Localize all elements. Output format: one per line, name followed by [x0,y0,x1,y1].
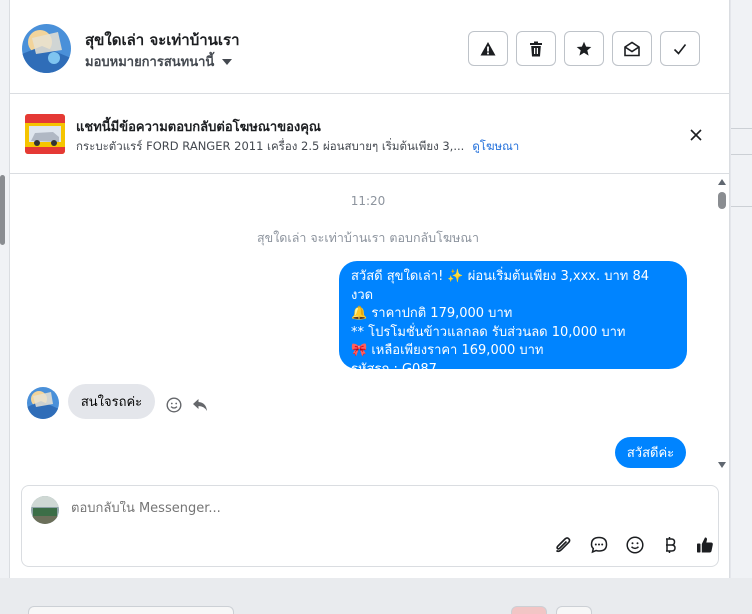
reply-button[interactable] [191,396,209,414]
message-line: ** โปรโมชั่นข้าวแลกลด รับส่วนลด 10,000 บ… [351,324,626,340]
star-button[interactable] [564,31,604,66]
view-ad-link[interactable]: ดูโฆษณา [472,139,519,153]
thumbs-up-icon [697,537,713,553]
saved-replies-button[interactable] [588,534,610,556]
close-banner-button[interactable] [686,125,706,145]
incoming-message[interactable]: สนใจรถค่ะ [68,384,155,419]
composer-avatar [31,496,59,524]
outgoing-message[interactable]: สวัสดีค่ะ [615,437,686,468]
left-scroll-strip [0,0,9,578]
page-avatar[interactable] [22,24,71,73]
trash-icon [530,41,542,56]
reply-composer [21,485,719,567]
taskbar-tab[interactable] [28,606,234,614]
assign-label: มอบหมายการสนทนานี้ [85,55,215,70]
message-line: 🔔 ราคาปกติ 179,000 บาท [351,306,513,321]
taskbar-tab[interactable] [511,606,547,614]
close-icon [690,129,702,141]
like-button[interactable] [694,534,716,556]
ad-reply-banner: แชทนี้มีข้อความตอบกลับต่อโฆษณาของคุณ กระ… [10,95,729,174]
divider [731,154,752,155]
message-line: สวัสดี สุขใดเล่า! ✨ ผ่อนเริ่มต้นเพียง 3,… [351,269,650,303]
ad-banner-title: แชทนี้มีข้อความตอบกลับต่อโฆษณาของคุณ [76,120,321,135]
emoji-button[interactable] [624,534,646,556]
message-timestamp: 11:20 [350,194,386,208]
divider [731,206,752,207]
taskbar-tab[interactable] [556,606,592,614]
ad-thumbnail[interactable] [25,114,65,154]
scroll-down-arrow-icon[interactable] [718,462,726,468]
ad-description: กระบะตัวแรร์ FORD RANGER 2011 เครื่อง 2.… [76,139,465,153]
system-note: สุขใดเล่า จะเท่าบ้านเรา ตอบกลับโฆษณา [257,230,479,245]
envelope-open-icon [624,41,640,56]
smiley-icon [166,397,182,413]
warning-icon [480,41,496,55]
mark-unread-button[interactable] [612,31,652,66]
conversation-panel: สุขใดเล่า จะเท่าบ้านเรา มอบหมายการสนทนาน… [9,0,730,578]
paperclip-icon [555,537,571,553]
emoji-icon [626,536,644,554]
conversation-header: สุขใดเล่า จะเท่าบ้านเรา มอบหมายการสนทนาน… [10,0,729,94]
reply-input[interactable] [71,501,691,516]
ad-description-line: กระบะตัวแรร์ FORD RANGER 2011 เครื่อง 2.… [76,138,519,156]
taskbar-area [0,578,752,614]
attach-button[interactable] [552,534,574,556]
conversation-title: สุขใดเล่า จะเท่าบ้านเรา [85,31,240,49]
message-line: รหัสรถ : G087 [351,361,437,377]
react-button[interactable] [165,396,183,414]
message-line: 🎀 เหลือเพียงราคา 169,000 บาท [351,343,544,358]
baht-icon [666,537,676,553]
mark-done-button[interactable] [660,31,700,66]
left-scroll-thumb[interactable] [0,175,5,245]
scroll-up-arrow-icon[interactable] [718,179,726,185]
scroll-thumb[interactable] [718,192,726,209]
payment-button[interactable] [659,534,681,556]
right-strip [731,0,752,578]
assign-conversation-dropdown[interactable]: มอบหมายการสนทนานี้ [85,51,233,72]
sender-avatar[interactable] [27,387,59,419]
checkmark-icon [673,43,687,55]
star-icon [576,41,592,56]
caret-down-icon [222,58,233,65]
outgoing-message[interactable]: สวัสดี สุขใดเล่า! ✨ ผ่อนเริ่มต้นเพียง 3,… [339,261,687,377]
delete-button[interactable] [516,31,556,66]
message-scrollbar[interactable] [715,175,729,475]
mark-spam-button[interactable] [468,31,508,66]
divider [731,128,752,129]
message-list[interactable]: 11:20 สุขใดเล่า จะเท่าบ้านเรา ตอบกลับโฆษ… [10,175,729,475]
reply-arrow-icon [193,399,207,411]
chat-bubble-icon [590,536,608,554]
